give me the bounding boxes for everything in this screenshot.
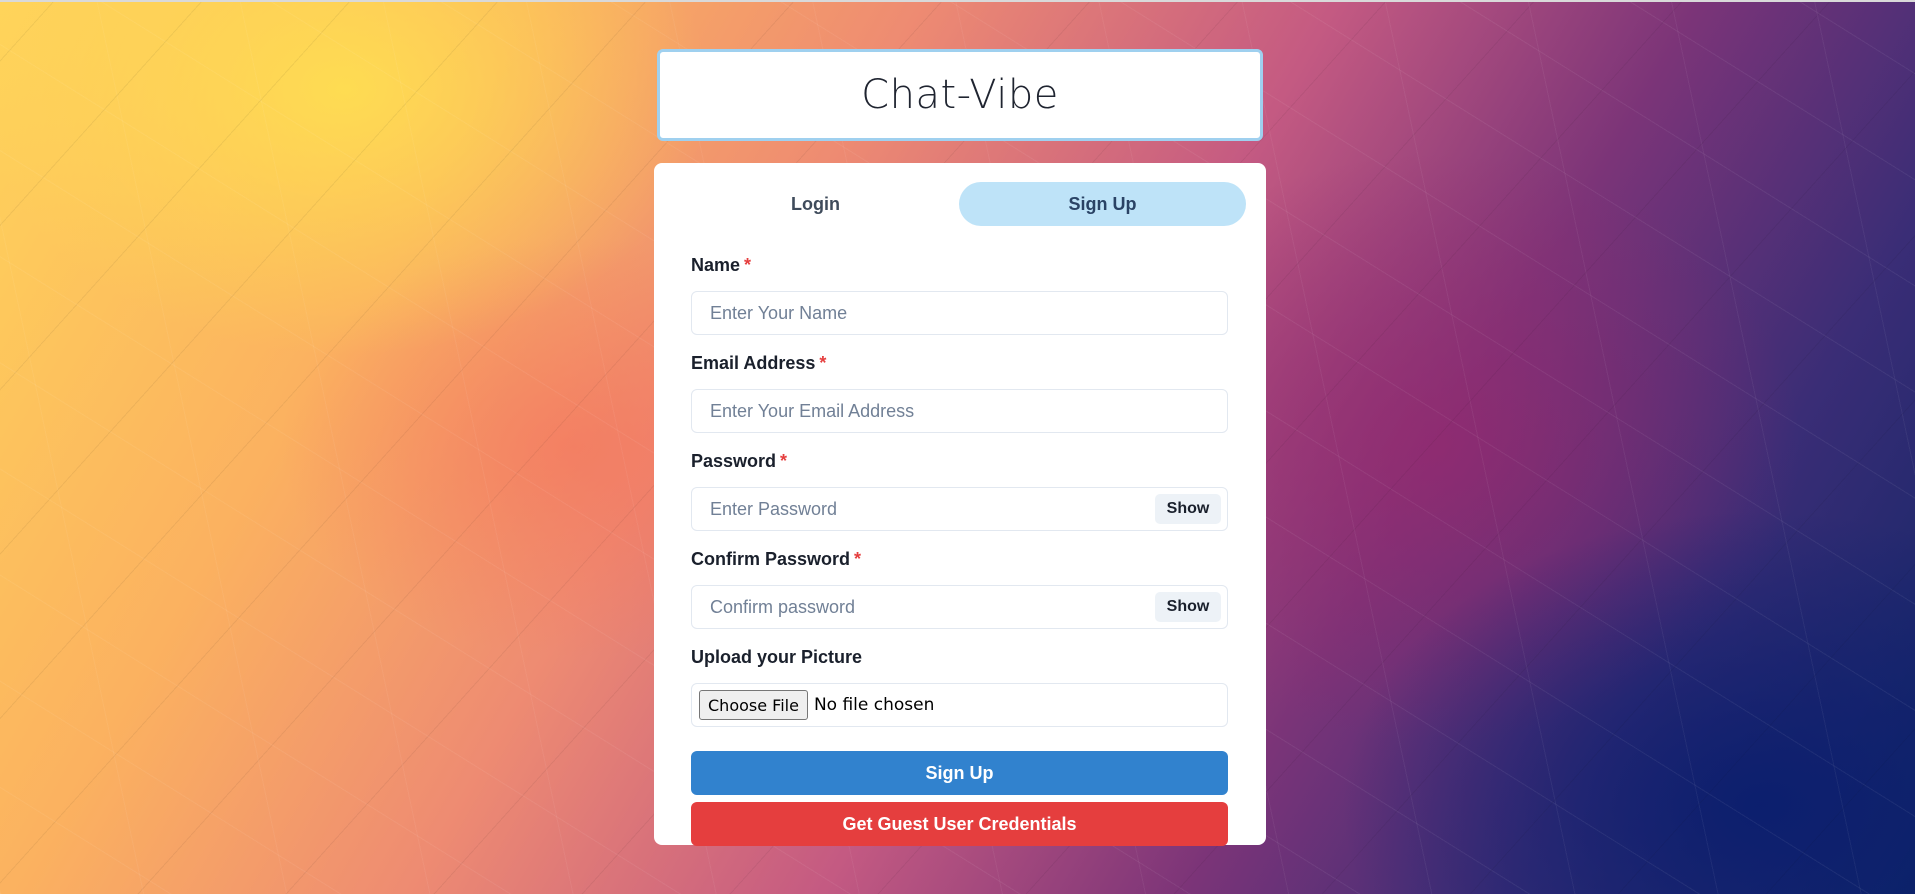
choose-file-button[interactable]: Choose File	[699, 690, 808, 720]
show-confirm-password-button[interactable]: Show	[1155, 592, 1221, 622]
password-field-wrap: Show	[691, 487, 1228, 531]
picture-upload-field: Choose File No file chosen	[691, 683, 1228, 727]
required-marker: *	[744, 255, 752, 275]
name-input[interactable]	[692, 292, 1227, 334]
confirm-password-label: Confirm Password *	[691, 547, 1228, 571]
email-label: Email Address *	[691, 351, 1228, 375]
auth-card: Login Sign Up Name* Email Address* Passw…	[654, 163, 1266, 846]
name-field-wrap	[691, 291, 1228, 335]
name-label-text: Name	[691, 255, 741, 275]
required-marker: *	[819, 353, 827, 373]
signup-button[interactable]: Sign Up	[691, 751, 1228, 795]
password-label-text: Password	[691, 451, 777, 471]
file-status-text: No file chosen	[813, 695, 935, 715]
tab-signup[interactable]: Sign Up	[959, 182, 1246, 226]
email-input[interactable]	[692, 390, 1227, 432]
signup-form: Name* Email Address* Password* Show Conf…	[691, 253, 1228, 846]
guest-credentials-button[interactable]: Get Guest User Credentials	[691, 802, 1228, 846]
confirm-password-input[interactable]	[692, 586, 1227, 628]
app-title: Chat-Vibe	[861, 72, 1059, 118]
show-password-button[interactable]: Show	[1155, 494, 1221, 524]
top-border	[0, 0, 1915, 2]
tab-login[interactable]: Login	[672, 182, 959, 226]
app-title-box: Chat-Vibe	[657, 49, 1263, 141]
password-input[interactable]	[692, 488, 1227, 530]
auth-tabs: Login Sign Up	[672, 182, 1246, 226]
picture-label: Upload your Picture	[691, 647, 863, 667]
confirm-password-label-text: Confirm Password	[691, 549, 851, 569]
email-label-text: Email Address	[691, 353, 816, 373]
required-marker: *	[854, 549, 862, 569]
required-marker: *	[780, 451, 788, 471]
password-label: Password *	[691, 449, 1228, 473]
email-field-wrap	[691, 389, 1228, 433]
name-label: Name *	[691, 253, 1228, 277]
confirm-password-field-wrap: Show	[691, 585, 1228, 629]
